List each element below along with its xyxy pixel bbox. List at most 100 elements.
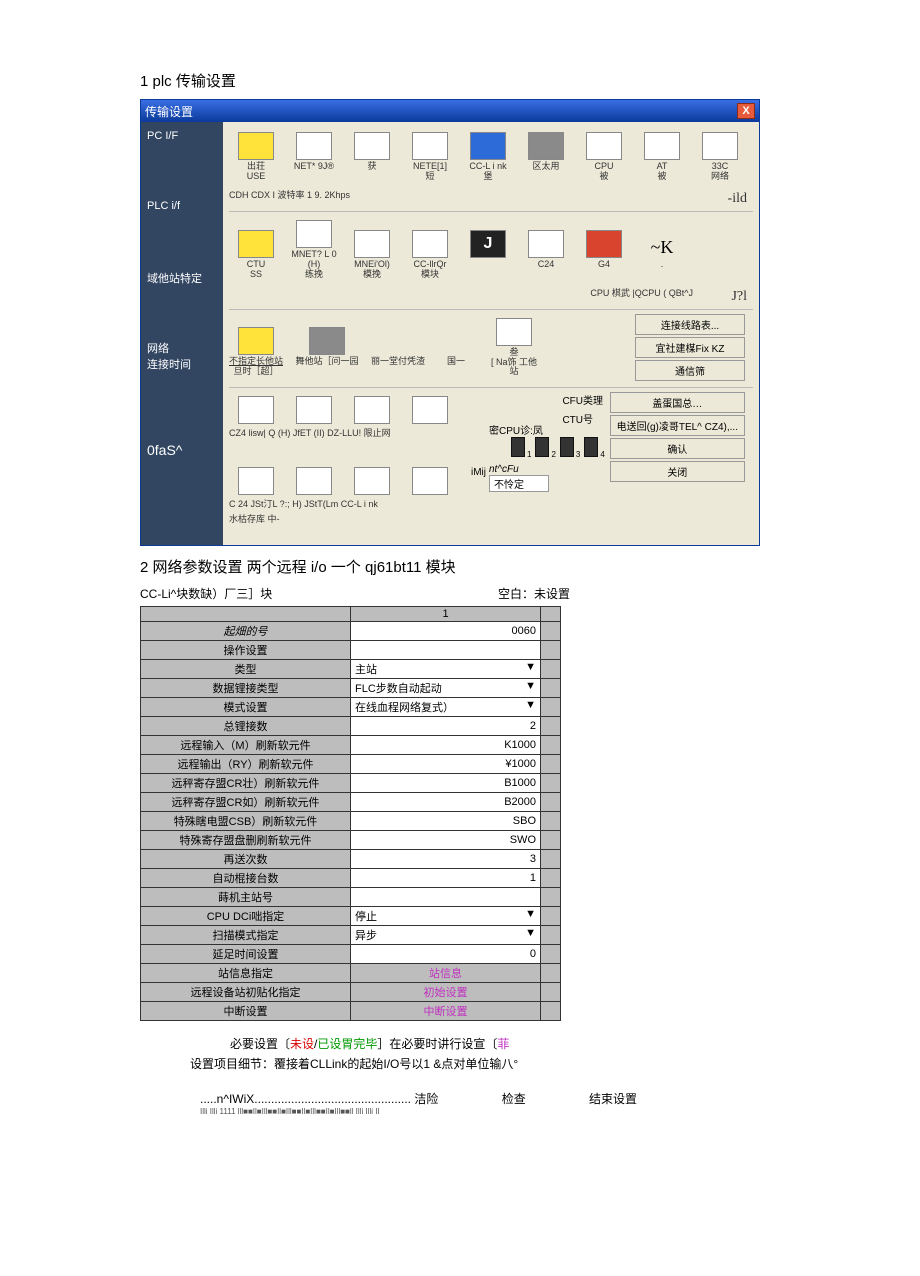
value-cell[interactable]: 3 <box>351 850 541 869</box>
param-label: 再送次数 <box>141 850 351 869</box>
link-cell[interactable]: 初始设置 <box>351 983 541 1002</box>
close-button[interactable]: 关闭 <box>610 461 745 482</box>
slot[interactable]: 33C网络 <box>693 132 747 182</box>
slot[interactable] <box>345 467 399 495</box>
value-cell[interactable]: K1000 <box>351 736 541 755</box>
param-label: 操作设置 <box>141 641 351 660</box>
param-label: 特殊寄存盟盘删刷新软元件 <box>141 831 351 850</box>
slot[interactable]: ~K. <box>635 237 689 280</box>
param-label: 类型 <box>141 660 351 679</box>
secret-cpu-label: 密CPU诊:凤 <box>489 422 605 437</box>
row1-sub: CDH CDX I 波特率 1 9. 2Khps <box>229 188 753 201</box>
network-time-row: CZ4 lisw| Q (H) JfET (II) DZ-LLU! 限止网 CF… <box>229 392 753 535</box>
close-icon[interactable]: X <box>737 103 755 119</box>
dropdown-cell[interactable]: 异步 <box>351 926 541 945</box>
slot[interactable]: MNET? L 0 (H)练挽 <box>287 220 341 280</box>
slot[interactable] <box>229 396 283 424</box>
slot[interactable]: CPU被 <box>577 132 631 182</box>
value-cell <box>351 888 541 907</box>
side-pc-if: PC I/F <box>141 122 223 192</box>
param-label: CPU DCi咄指定 <box>141 907 351 926</box>
row4-sub3: 水枯存库 中- <box>229 512 753 525</box>
slot[interactable]: 舞他站［问一园 <box>287 327 367 377</box>
fix-kz-button[interactable]: 宜社建楳Fix KZ <box>635 337 745 358</box>
window-titlebar[interactable]: 传输设置 X <box>141 100 759 122</box>
param-label: 站信息指定 <box>141 964 351 983</box>
dropdown-cell[interactable]: 在线血程网络复式） <box>351 698 541 717</box>
param-label: 远秤寄存盟CR如）刷新软元件 <box>141 793 351 812</box>
section-2-title: 2 网络参数设置 两个远程 i/o 一个 qj61bt11 模块 <box>140 556 780 577</box>
value-cell[interactable]: 0060 <box>351 622 541 641</box>
value-cell[interactable]: 1 <box>351 869 541 888</box>
pc-if-row: 出荘USE NET* 9J® 获 NETE[1]短 CC-L i nk堡 区太用… <box>229 128 753 212</box>
slot[interactable]: NET* 9J® <box>287 132 341 182</box>
slot[interactable] <box>229 467 283 495</box>
dip-switches[interactable]: 1 2 3 4 <box>509 437 605 460</box>
col-1-header: 1 <box>351 607 541 622</box>
dropdown-cell[interactable]: FLC步数自动起动 <box>351 679 541 698</box>
slot[interactable]: 不指定长他站旦时［超］ <box>229 327 283 377</box>
slot[interactable]: MNEi'Ol)模挽 <box>345 230 399 280</box>
slot[interactable]: CC-llrQr模块 <box>403 230 457 280</box>
param-label: 自动棍接台数 <box>141 869 351 888</box>
dropdown-cell[interactable]: 停止 <box>351 907 541 926</box>
end-setting-button[interactable]: 结束设置 <box>589 1092 637 1106</box>
footer-row: .....n^IWiX.............................… <box>140 1090 780 1116</box>
slot[interactable]: CTUSS <box>229 230 283 280</box>
side-0fas: 0faS^ <box>141 402 223 472</box>
param-label: 远秤寄存盟CR壮）刷新软元件 <box>141 774 351 793</box>
window-title: 传输设置 <box>145 103 193 120</box>
slot[interactable]: 出荘USE <box>229 132 283 182</box>
param-label: 模式设置 <box>141 698 351 717</box>
value-cell[interactable]: B2000 <box>351 793 541 812</box>
link-cell[interactable]: 站信息 <box>351 964 541 983</box>
param-label: 扫描模式指定 <box>141 926 351 945</box>
param-label: 蒔机主站号 <box>141 888 351 907</box>
slot[interactable] <box>287 467 341 495</box>
dropdown-cell[interactable]: 主站 <box>351 660 541 679</box>
country-total-button[interactable]: 盖蛋国总… <box>610 392 745 413</box>
param-label: 起畑的号 <box>141 622 351 641</box>
side-network-time: 网络 连接时间 <box>141 332 223 402</box>
slot[interactable]: AT被 <box>635 132 689 182</box>
slot[interactable]: 区太用 <box>519 132 573 182</box>
slot[interactable] <box>403 467 457 495</box>
check-button[interactable]: 检查 <box>502 1092 526 1106</box>
row2-tag: J?l <box>731 289 747 305</box>
tel-button[interactable]: 电送回(g)凌哥TEL^ CZ4),... <box>610 415 745 436</box>
conn-line-list-button[interactable]: 连接线路表... <box>635 314 745 335</box>
table-caption-left: CC-Li^块数缺）厂三］块 <box>140 585 272 602</box>
slot[interactable] <box>345 396 399 424</box>
param-label: 延足时间设置 <box>141 945 351 964</box>
confirm-button[interactable]: 确认 <box>610 438 745 459</box>
nk-field[interactable]: 不怜定 <box>489 475 549 492</box>
value-cell[interactable]: 2 <box>351 717 541 736</box>
slot[interactable] <box>287 396 341 424</box>
slot[interactable]: 获 <box>345 132 399 182</box>
side-plc-if: PLC i/f <box>141 192 223 262</box>
slot[interactable]: G4 <box>577 230 631 280</box>
value-cell[interactable]: B1000 <box>351 774 541 793</box>
slot[interactable]: J <box>461 230 515 280</box>
param-label: 远程设备站初贴化指定 <box>141 983 351 1002</box>
value-cell[interactable]: 0 <box>351 945 541 964</box>
main-pane: 出荘USE NET* 9J® 获 NETE[1]短 CC-L i nk堡 区太用… <box>223 122 759 545</box>
param-label: 远程输出（RY）刷新软元件 <box>141 755 351 774</box>
imij-label: iMij <box>471 467 486 495</box>
slot[interactable]: NETE[1]短 <box>403 132 457 182</box>
param-label: 中断设置 <box>141 1002 351 1021</box>
value-cell[interactable]: ¥1000 <box>351 755 541 774</box>
side-other-station: 域他站特定 <box>141 262 223 332</box>
comm-filter-button[interactable]: 通信筛 <box>635 360 745 381</box>
slot[interactable]: 叁[ Na饰 工他站 <box>487 318 541 378</box>
slot[interactable]: CC-L i nk堡 <box>461 132 515 182</box>
value-cell <box>351 641 541 660</box>
link-cell[interactable]: 中断设置 <box>351 1002 541 1021</box>
nt-label: nt^cFu <box>489 464 605 475</box>
param-label: 远程输入（M）刷新软元件 <box>141 736 351 755</box>
value-cell[interactable]: SWO <box>351 831 541 850</box>
value-cell[interactable]: SBO <box>351 812 541 831</box>
slot[interactable]: C24 <box>519 230 573 280</box>
other-station-row: 不指定长他站旦时［超］ 舞他站［问一园 丽一堂付凭渣 国一 叁[ Na饰 工他站… <box>229 314 753 389</box>
slot[interactable] <box>403 396 457 424</box>
